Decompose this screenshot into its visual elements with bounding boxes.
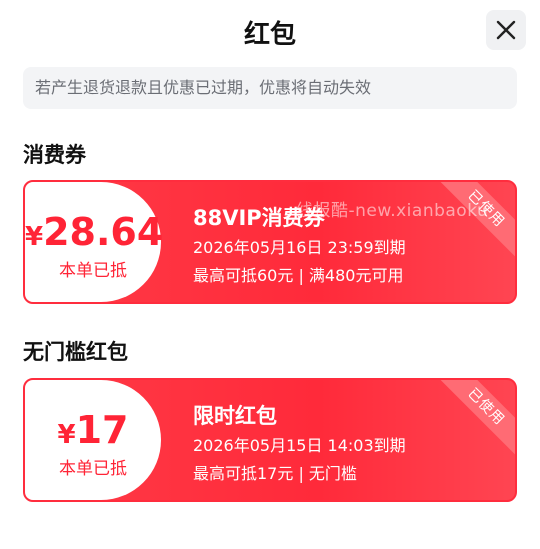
coupon-expiry: 2026年05月15日 14:03到期 bbox=[193, 436, 406, 455]
coupon-amount: ¥17 bbox=[25, 408, 161, 452]
page-title: 红包 bbox=[243, 20, 296, 50]
coupon-amount-panel: ¥17 本单已抵 bbox=[25, 380, 161, 500]
coupon-applied-note: 本单已抵 bbox=[59, 261, 127, 281]
currency-symbol: ¥ bbox=[25, 222, 44, 252]
close-icon bbox=[496, 20, 516, 40]
header: 红包 bbox=[0, 0, 540, 62]
coupon-amount-panel: ¥28.64 本单已抵 bbox=[25, 182, 164, 302]
close-button[interactable] bbox=[486, 10, 526, 50]
coupon-expiry: 2026年05月16日 23:59到期 bbox=[193, 238, 406, 257]
coupon-applied-note: 本单已抵 bbox=[59, 459, 127, 479]
coupon-amount: ¥28.64 bbox=[25, 210, 164, 254]
currency-symbol: ¥ bbox=[57, 420, 76, 450]
coupon-name: 限时红包 bbox=[193, 404, 277, 428]
coupon-rule: 最高可抵60元 | 满480元可用 bbox=[193, 266, 404, 285]
coupon-rule: 最高可抵17元 | 无门槛 bbox=[193, 464, 357, 483]
watermark: 线报酷-new.xianbaoku bbox=[296, 201, 489, 221]
coupon-card[interactable]: ¥17 本单已抵 限时红包 2026年05月15日 14:03到期 最高可抵17… bbox=[23, 378, 517, 502]
amount-value: 17 bbox=[75, 408, 129, 452]
section-title-no-threshold: 无门槛红包 bbox=[23, 340, 128, 364]
section-title-voucher: 消费券 bbox=[23, 143, 86, 167]
amount-value: 28.64 bbox=[43, 210, 164, 254]
expiry-notice: 若产生退货退款且优惠已过期，优惠将自动失效 bbox=[23, 67, 517, 109]
